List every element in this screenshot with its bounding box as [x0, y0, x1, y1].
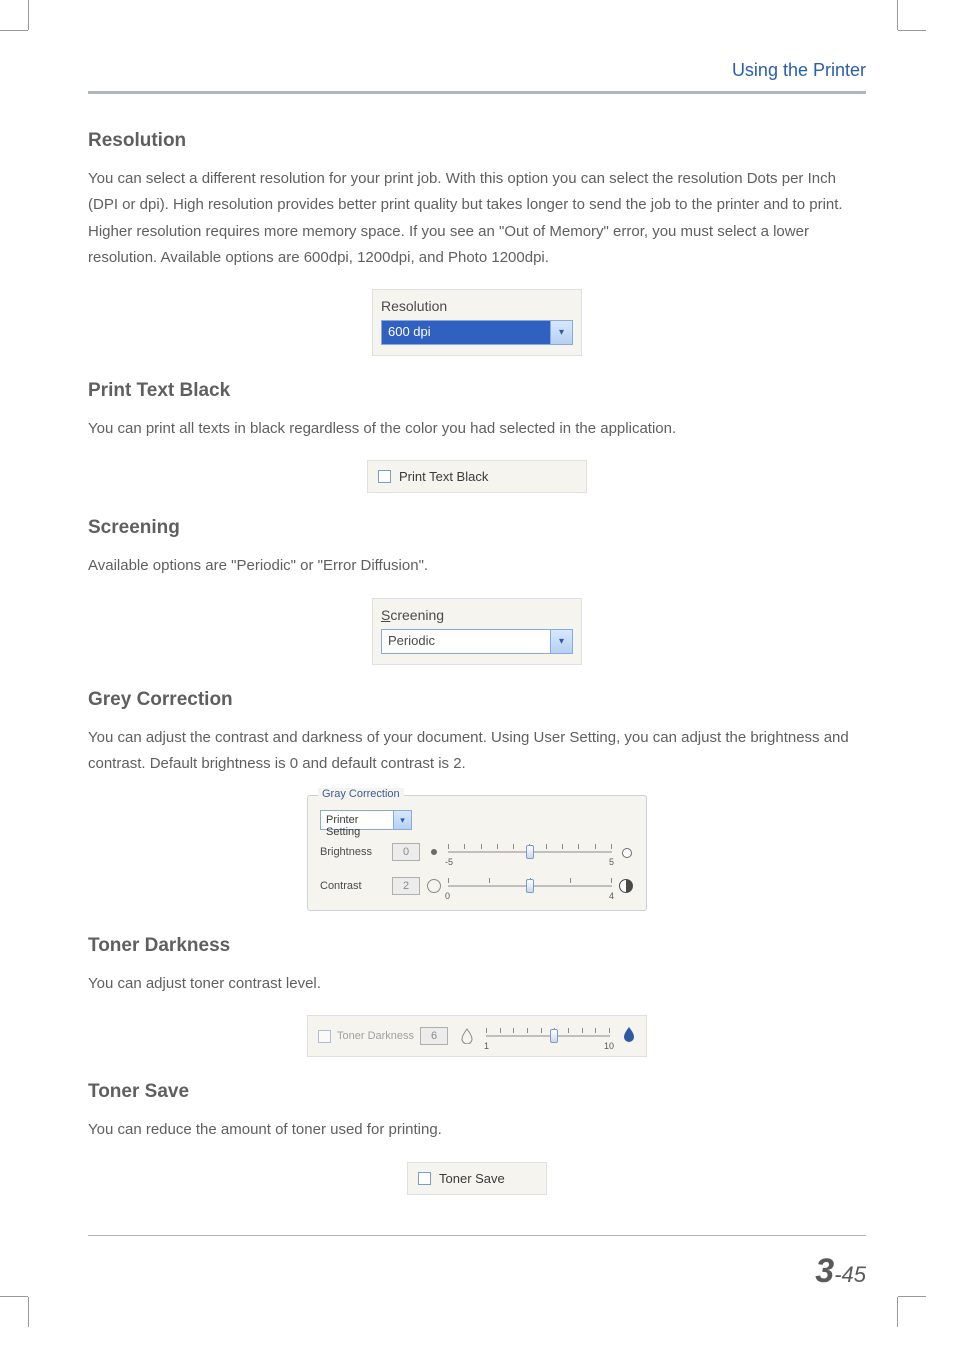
- footer-chapter-number: 3: [815, 1252, 834, 1290]
- contrast-slider-thumb[interactable]: [526, 879, 534, 893]
- figure-print-text-black: Print Text Black: [88, 460, 866, 493]
- crop-mark: [898, 30, 926, 31]
- text-toner-darkness: You can adjust toner contrast level.: [88, 971, 866, 997]
- figure-toner-darkness: Toner Darkness 6 1 10: [88, 1015, 866, 1057]
- contrast-slider[interactable]: 0 4: [448, 885, 612, 887]
- resolution-label: Resolution: [381, 298, 573, 314]
- chevron-down-icon: ▾: [393, 811, 411, 829]
- crop-mark: [897, 0, 898, 30]
- print-text-black-checkbox[interactable]: [378, 470, 391, 483]
- heading-print-text-black: Print Text Black: [88, 380, 866, 402]
- toner-save-checkbox[interactable]: [418, 1172, 431, 1185]
- gray-correction-setting-value: Printer Setting: [321, 811, 393, 829]
- figure-screening: Screening Periodic ▾: [88, 598, 866, 665]
- toner-save-checkbox-label: Toner Save: [439, 1171, 505, 1186]
- gray-correction-setting-dropdown[interactable]: Printer Setting ▾: [320, 810, 412, 830]
- contrast-low-icon: [426, 878, 442, 894]
- screening-dropdown[interactable]: Periodic ▾: [381, 629, 573, 654]
- toner-darkness-min-label: 1: [484, 1041, 489, 1051]
- toner-darkness-checkbox[interactable]: [318, 1030, 331, 1043]
- droplet-full-icon: [622, 1026, 636, 1047]
- footer-page-number: -45: [834, 1262, 866, 1287]
- heading-toner-darkness: Toner Darkness: [88, 935, 866, 957]
- figure-resolution: Resolution 600 dpi ▾: [88, 289, 866, 356]
- text-toner-save: You can reduce the amount of toner used …: [88, 1117, 866, 1143]
- crop-mark: [0, 30, 28, 31]
- crop-mark: [0, 1296, 28, 1297]
- chevron-down-icon: ▾: [550, 630, 572, 653]
- crop-mark: [28, 0, 29, 30]
- contrast-label: Contrast: [320, 880, 392, 892]
- figure-toner-save: Toner Save: [88, 1162, 866, 1195]
- text-screening: Available options are "Periodic" or "Err…: [88, 553, 866, 579]
- heading-grey-correction: Grey Correction: [88, 689, 866, 711]
- header-section-title: Using the Printer: [732, 60, 866, 80]
- droplet-empty-icon: [460, 1028, 474, 1044]
- crop-mark: [897, 1297, 898, 1327]
- brightness-value-box: 0: [392, 843, 420, 861]
- footer-rule: [88, 1235, 866, 1236]
- brightness-min-label: -5: [445, 857, 453, 867]
- heading-resolution: Resolution: [88, 130, 866, 152]
- contrast-max-label: 4: [609, 891, 614, 901]
- toner-darkness-value-box: 6: [420, 1027, 448, 1045]
- screening-dropdown-value: Periodic: [382, 630, 550, 653]
- gray-correction-legend: Gray Correction: [318, 788, 404, 800]
- contrast-high-icon: [618, 878, 634, 894]
- resolution-dropdown-value: 600 dpi: [382, 321, 550, 344]
- contrast-value-box: 2: [392, 877, 420, 895]
- crop-mark: [898, 1296, 926, 1297]
- toner-darkness-max-label: 10: [604, 1041, 614, 1051]
- brightness-high-icon: [618, 844, 634, 860]
- brightness-label: Brightness: [320, 846, 392, 858]
- heading-screening: Screening: [88, 517, 866, 539]
- contrast-min-label: 0: [445, 891, 450, 901]
- brightness-max-label: 5: [609, 857, 614, 867]
- figure-grey-correction: Gray Correction Printer Setting ▾ Bright…: [88, 795, 866, 911]
- crop-mark: [28, 1297, 29, 1327]
- resolution-dropdown[interactable]: 600 dpi ▾: [381, 320, 573, 345]
- heading-toner-save: Toner Save: [88, 1081, 866, 1103]
- page-header: Using the Printer: [88, 60, 866, 94]
- toner-darkness-checkbox-label: Toner Darkness: [337, 1030, 414, 1042]
- text-resolution: You can select a different resolution fo…: [88, 166, 866, 271]
- toner-darkness-slider-thumb[interactable]: [550, 1029, 558, 1043]
- print-text-black-checkbox-label: Print Text Black: [399, 469, 488, 484]
- brightness-low-icon: [426, 844, 442, 860]
- screening-label: Screening: [381, 607, 573, 623]
- page-footer: 3-45: [88, 1252, 866, 1291]
- text-print-text-black: You can print all texts in black regardl…: [88, 416, 866, 442]
- chevron-down-icon: ▾: [550, 321, 572, 344]
- brightness-slider[interactable]: -5 5: [448, 851, 612, 853]
- toner-darkness-slider[interactable]: 1 10: [486, 1035, 610, 1037]
- text-grey-correction: You can adjust the contrast and darkness…: [88, 725, 866, 778]
- brightness-slider-thumb[interactable]: [526, 845, 534, 859]
